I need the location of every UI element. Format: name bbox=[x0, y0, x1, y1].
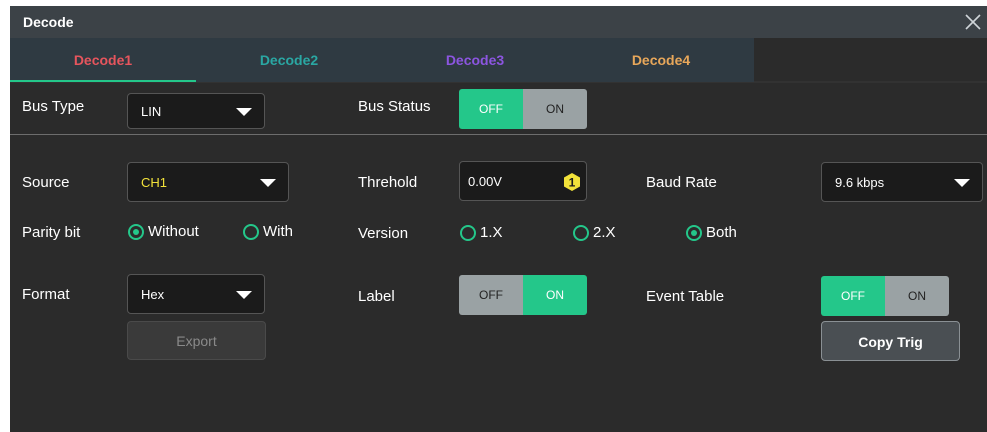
label-on[interactable]: ON bbox=[523, 275, 587, 315]
chevron-down-icon bbox=[236, 291, 252, 299]
baud-rate-dropdown[interactable]: 9.6 kbps bbox=[821, 162, 983, 202]
event-table-off[interactable]: OFF bbox=[821, 276, 885, 316]
threshold-input[interactable]: 0.00V 1 bbox=[459, 161, 587, 201]
close-icon[interactable] bbox=[961, 10, 985, 34]
active-tab-indicator bbox=[10, 80, 196, 82]
version-option-label: Both bbox=[706, 224, 737, 241]
bus-status-on[interactable]: ON bbox=[523, 89, 587, 129]
label-toggle-label: Label bbox=[358, 288, 395, 305]
title-bar: Decode bbox=[10, 6, 987, 38]
chevron-down-icon bbox=[236, 108, 252, 116]
parity-label: Parity bit bbox=[22, 224, 81, 241]
version-option-label: 2.X bbox=[593, 224, 616, 241]
baud-rate-label: Baud Rate bbox=[646, 174, 717, 191]
version-option-1x[interactable]: 1.X bbox=[460, 224, 503, 241]
bus-status-toggle[interactable]: OFF ON bbox=[459, 89, 587, 129]
tab-decode3[interactable]: Decode3 bbox=[382, 38, 568, 82]
radio-selected-icon bbox=[686, 224, 702, 241]
baud-rate-value: 9.6 kbps bbox=[835, 175, 885, 190]
version-option-both[interactable]: Both bbox=[686, 224, 737, 241]
chevron-down-icon bbox=[954, 179, 970, 187]
radio-icon bbox=[460, 224, 476, 241]
tab-decode2[interactable]: Decode2 bbox=[196, 38, 382, 82]
knob-number: 1 bbox=[569, 176, 576, 190]
bus-type-dropdown[interactable]: LIN bbox=[127, 93, 265, 129]
tab-decode4[interactable]: Decode4 bbox=[568, 38, 754, 82]
parity-option-label: Without bbox=[148, 223, 199, 240]
event-table-label: Event Table bbox=[646, 288, 725, 305]
parity-option-without[interactable]: Without bbox=[128, 223, 199, 240]
parity-option-with[interactable]: With bbox=[243, 223, 293, 240]
multipurpose-knob-icon: 1 bbox=[564, 173, 580, 191]
format-label: Format bbox=[22, 286, 70, 303]
bus-status-off[interactable]: OFF bbox=[459, 89, 523, 129]
dialog-title: Decode bbox=[23, 14, 74, 30]
format-dropdown[interactable]: Hex bbox=[127, 274, 265, 314]
tab-decode1[interactable]: Decode1 bbox=[10, 38, 196, 82]
bus-status-label: Bus Status bbox=[358, 98, 431, 115]
decode-dialog: Decode Decode1 Decode2 Decode3 Decode4 B… bbox=[10, 6, 987, 432]
event-table-on[interactable]: ON bbox=[885, 276, 949, 316]
event-table-toggle[interactable]: OFF ON bbox=[821, 276, 949, 316]
radio-icon bbox=[573, 224, 589, 241]
parity-option-label: With bbox=[263, 223, 293, 240]
bus-type-label: Bus Type bbox=[22, 98, 85, 115]
format-value: Hex bbox=[141, 287, 165, 302]
version-option-2x[interactable]: 2.X bbox=[573, 224, 616, 241]
version-option-label: 1.X bbox=[480, 224, 503, 241]
export-button[interactable]: Export bbox=[127, 321, 266, 360]
copy-trig-button[interactable]: Copy Trig bbox=[821, 321, 960, 361]
decode-tabs: Decode1 Decode2 Decode3 Decode4 bbox=[10, 38, 754, 82]
label-off[interactable]: OFF bbox=[459, 275, 523, 315]
source-label: Source bbox=[22, 174, 70, 191]
label-toggle[interactable]: OFF ON bbox=[459, 275, 587, 315]
radio-selected-icon bbox=[128, 223, 144, 240]
bus-type-value: LIN bbox=[141, 104, 162, 119]
threshold-value: 0.00V bbox=[468, 174, 502, 189]
threshold-label: Threhold bbox=[358, 174, 418, 191]
radio-icon bbox=[243, 223, 259, 240]
source-value: CH1 bbox=[141, 175, 168, 190]
divider bbox=[10, 134, 987, 135]
version-label: Version bbox=[358, 225, 409, 242]
chevron-down-icon bbox=[260, 179, 276, 187]
source-dropdown[interactable]: CH1 bbox=[127, 162, 289, 202]
